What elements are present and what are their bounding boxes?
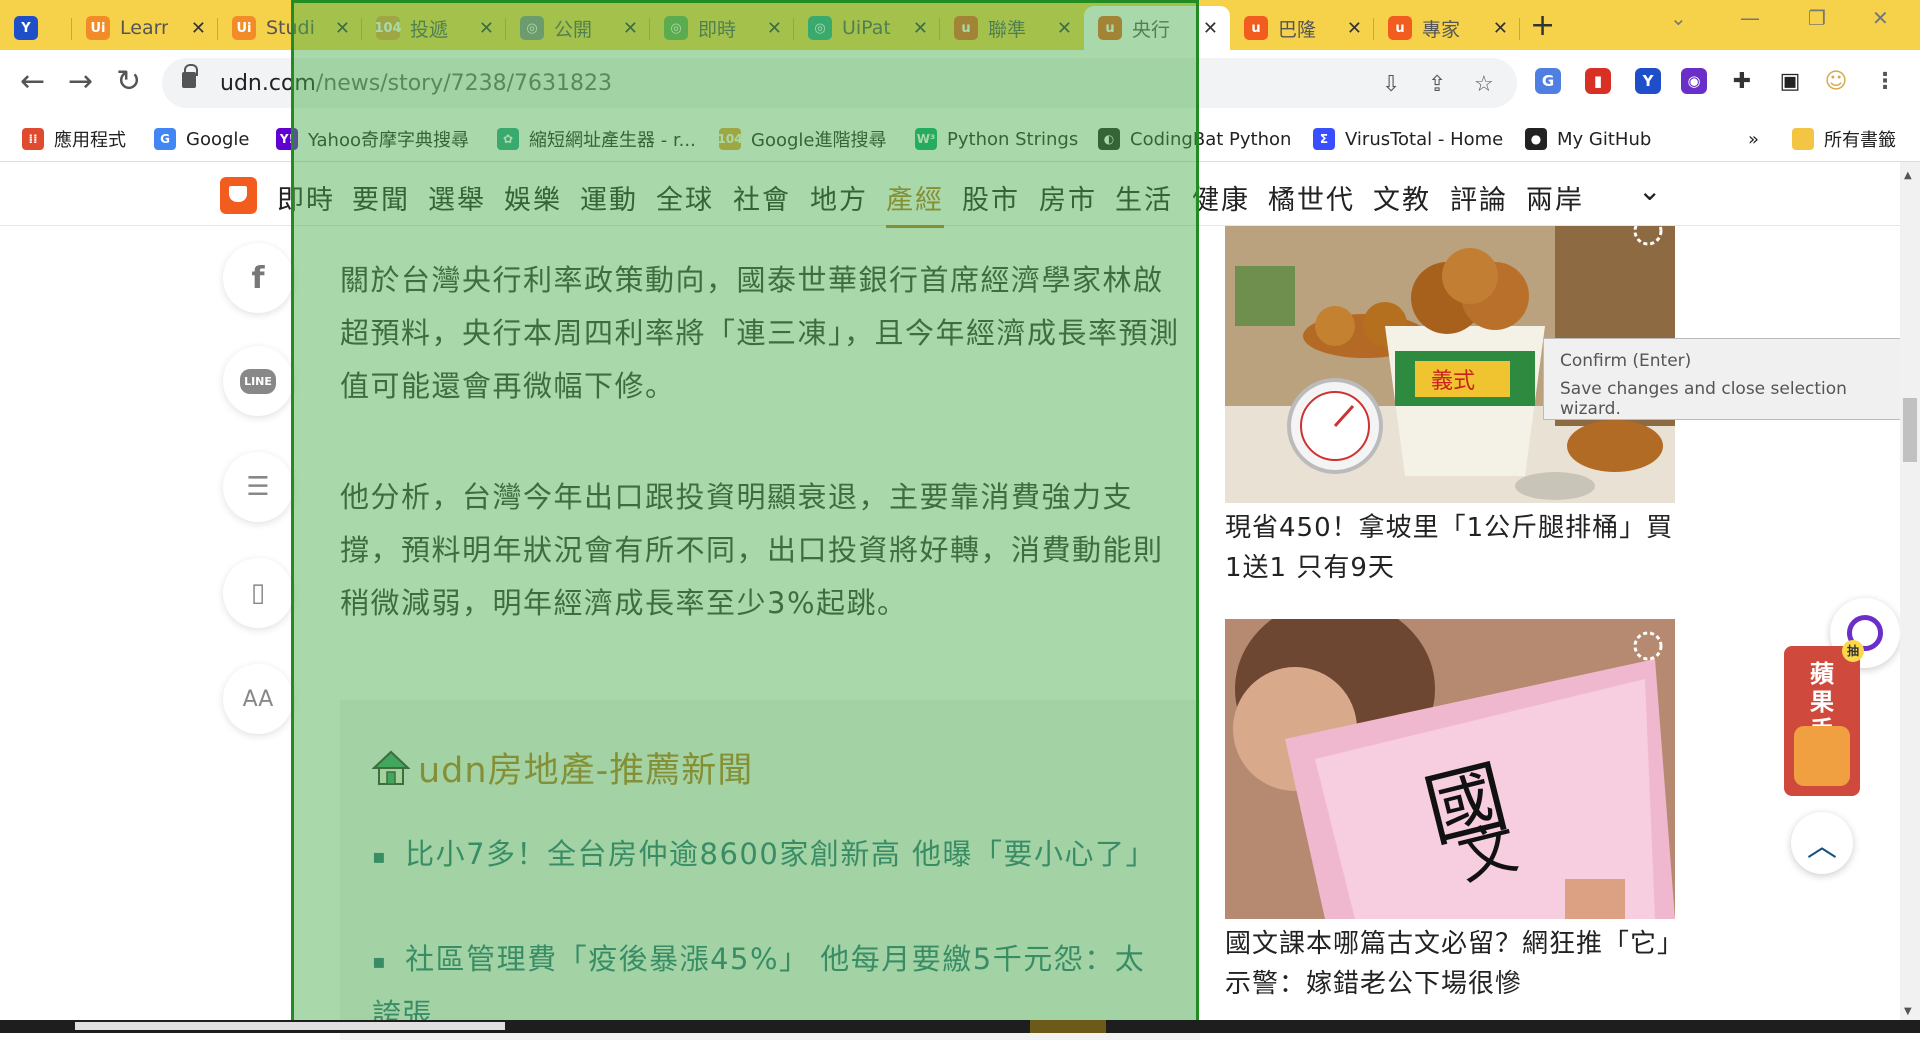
tab-title: Learn xyxy=(120,17,168,39)
puzzle-extensions-icon[interactable]: ✚ xyxy=(1729,68,1755,94)
share-icon[interactable]: ⇪ xyxy=(1428,72,1446,97)
bookmark-item[interactable]: G Google xyxy=(154,124,249,154)
ad-image-chinese-textbook[interactable]: 國 文 xyxy=(1225,619,1675,919)
bookmarks-overflow-button[interactable]: » xyxy=(1748,124,1759,154)
facebook-share-button[interactable]: f xyxy=(223,243,293,313)
browser-tab[interactable]: u 巴隆 ✕ xyxy=(1230,6,1374,50)
bookmark-item[interactable]: Σ VirusTotal - Home xyxy=(1313,124,1503,154)
lock-icon[interactable] xyxy=(182,64,198,88)
apps-grid-icon: ⁞⁞ xyxy=(22,128,44,150)
nav-item[interactable]: 評論 xyxy=(1450,178,1508,217)
promo-widget[interactable]: 抽 蘋果手錶 xyxy=(1784,640,1864,796)
font-size-button[interactable]: AA xyxy=(223,664,293,734)
github-icon: ● xyxy=(1525,128,1547,150)
translate-ext-icon[interactable]: G xyxy=(1535,68,1561,94)
tab-title: 巴隆 xyxy=(1278,18,1317,41)
forward-button[interactable]: → xyxy=(68,64,93,99)
font-size-icon: AA xyxy=(242,686,274,712)
tab-separator xyxy=(1519,18,1520,40)
pdf-ext-icon[interactable]: ▮ xyxy=(1585,68,1611,94)
tab-favicon-icon: u xyxy=(1244,16,1268,40)
tab-search-dropdown-icon[interactable]: ⌄ xyxy=(1670,6,1687,30)
bookmark-label: My GitHub xyxy=(1557,128,1652,150)
udn-logo-icon[interactable] xyxy=(220,177,257,214)
tab-title: 專家 xyxy=(1422,18,1461,41)
tab-close-icon[interactable]: ✕ xyxy=(1493,18,1508,39)
nav-item[interactable]: 文教 xyxy=(1373,178,1431,217)
bookmark-item[interactable]: ⁞⁞ 應用程式 xyxy=(22,124,126,154)
menu-kebab-icon[interactable]: ⋮ xyxy=(1872,68,1898,94)
taskbar-segment xyxy=(75,1022,505,1030)
line-share-button[interactable]: LINE xyxy=(223,346,293,416)
browser-tab[interactable]: Y xyxy=(0,6,72,50)
back-button[interactable]: ← xyxy=(20,64,45,99)
bookmark-label: VirusTotal - Home xyxy=(1345,128,1504,150)
promo-character-icon xyxy=(1794,726,1850,786)
tab-close-icon[interactable]: ✕ xyxy=(1347,18,1362,39)
tab-favicon-icon: u xyxy=(1388,16,1412,40)
google-icon: G xyxy=(154,128,176,150)
bookmark-article-button[interactable]: ▯ xyxy=(223,558,293,628)
taskbar xyxy=(0,1020,1920,1033)
all-bookmarks-label: 所有書籤 xyxy=(1824,130,1896,151)
bookmark-icon: ▯ xyxy=(250,578,266,608)
tooltip-description: Save changes and close selection wizard. xyxy=(1560,379,1847,419)
scroll-down-arrow[interactable]: ▼ xyxy=(1904,1006,1912,1017)
profile-avatar-icon[interactable]: ☺ xyxy=(1823,68,1849,94)
vertical-scrollbar[interactable] xyxy=(1900,162,1920,1024)
nav-item[interactable]: 橘世代 xyxy=(1268,178,1355,217)
comment-button[interactable]: ☰ xyxy=(223,452,293,522)
tab-favicon-icon: Y xyxy=(14,16,38,40)
nav-item[interactable]: 健康 xyxy=(1192,178,1250,217)
selection-highlight-overlay xyxy=(291,0,1199,1033)
bookmark-label: 應用程式 xyxy=(54,130,126,151)
restore-button[interactable]: ❐ xyxy=(1808,6,1826,30)
virustotal-icon: Σ xyxy=(1313,128,1335,150)
promo-tag: 抽 xyxy=(1842,640,1864,662)
sidepanel-icon[interactable]: ▣ xyxy=(1777,68,1803,94)
nav-more-chevron-icon[interactable]: ⌄ xyxy=(1638,174,1661,207)
yandex-ext-icon[interactable]: Y xyxy=(1635,68,1661,94)
tab-favicon-icon: Ui xyxy=(232,16,256,40)
browser-tab[interactable]: u 專家 ✕ xyxy=(1374,6,1520,50)
ad-caption[interactable]: 現省450！拿坡里「1公斤腿排桶」買1送1 只有9天 xyxy=(1225,508,1675,588)
bookmark-label: Google xyxy=(186,128,250,150)
minimize-button[interactable]: — xyxy=(1740,6,1760,30)
line-icon: LINE xyxy=(240,368,276,394)
svg-text:義式: 義式 xyxy=(1431,369,1475,394)
tab-close-icon[interactable]: ✕ xyxy=(191,18,206,39)
install-app-icon[interactable]: ⇩ xyxy=(1382,72,1400,97)
all-bookmarks-folder[interactable]: 所有書籤 xyxy=(1792,124,1896,154)
taskbar-segment-active xyxy=(1030,1020,1106,1033)
tab-close-icon[interactable]: ✕ xyxy=(1203,18,1218,39)
nav-item[interactable]: 兩岸 xyxy=(1526,178,1584,217)
chevron-up-icon: ︿ xyxy=(1807,829,1837,864)
tab-favicon-icon: Ui xyxy=(86,16,110,40)
assistant-ext-icon[interactable]: ◉ xyxy=(1681,68,1707,94)
comment-icon: ☰ xyxy=(246,472,270,502)
scrollbar-thumb[interactable] xyxy=(1903,398,1917,462)
new-tab-button[interactable]: + xyxy=(1530,8,1555,43)
folder-icon xyxy=(1792,128,1814,150)
reload-button[interactable]: ↻ xyxy=(116,64,141,99)
scroll-up-arrow[interactable]: ▲ xyxy=(1904,170,1912,181)
star-bookmark-icon[interactable]: ☆ xyxy=(1474,72,1494,97)
confirm-tooltip: Confirm (Enter) Save changes and close s… xyxy=(1543,338,1920,420)
ad-caption[interactable]: 國文課本哪篇古文必留？網狂推「它」示警：嫁錯老公下場很慘 xyxy=(1225,924,1675,1004)
close-window-button[interactable]: ✕ xyxy=(1872,6,1889,30)
tooltip-title: Confirm (Enter) xyxy=(1560,351,1692,371)
bookmark-item[interactable]: ● My GitHub xyxy=(1525,124,1651,154)
scroll-to-top-button[interactable]: ︿ xyxy=(1791,812,1853,874)
facebook-icon: f xyxy=(251,260,265,296)
browser-tab[interactable]: Ui Learn ✕ xyxy=(72,6,218,50)
